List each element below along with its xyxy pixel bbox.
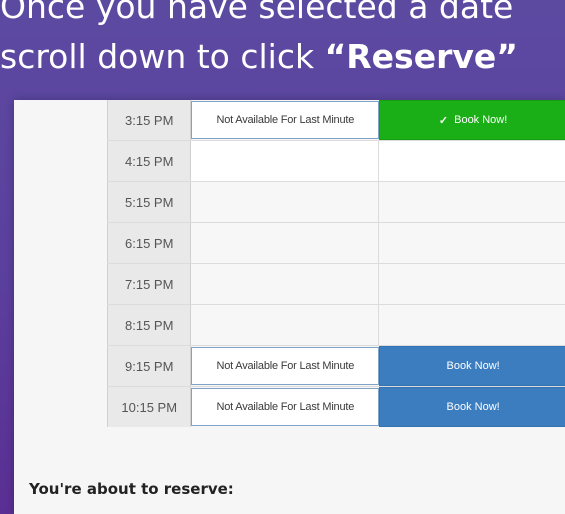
instruction-headline: Once you have selected a date scroll dow… [0,0,565,82]
time-label: 6:15 PM [107,223,192,263]
empty-slot [379,305,565,345]
time-label: 7:15 PM [107,264,192,304]
time-slot-grid: 3:15 PM Not Available For Last Minute ✓ B… [107,100,565,427]
reserve-summary-heading: You're about to reserve: [29,480,234,498]
time-slot-row: 9:15 PM Not Available For Last Minute Bo… [107,346,565,387]
time-slot-row: 6:15 PM [107,223,565,264]
time-slot-row: 10:15 PM Not Available For Last Minute B… [107,387,565,427]
empty-slot [379,223,565,263]
time-label: 4:15 PM [107,141,192,181]
time-label: 9:15 PM [107,346,192,386]
book-now-label: Book Now! [454,114,508,126]
time-label: 8:15 PM [107,305,192,345]
time-slot-row: 5:15 PM [107,182,565,223]
time-label: 10:15 PM [107,387,192,427]
time-label: 3:15 PM [107,100,192,140]
empty-slot [191,305,380,345]
not-available-slot: Not Available For Last Minute [191,101,380,139]
not-available-slot: Not Available For Last Minute [191,388,380,426]
book-now-button[interactable]: Book Now! [379,346,565,386]
time-label: 5:15 PM [107,182,192,222]
empty-slot [191,182,380,222]
empty-slot [379,264,565,304]
empty-slot [379,182,565,222]
empty-slot [191,141,380,181]
headline-line-2: scroll down to click “Reserve” [0,32,565,82]
booking-panel: 3:15 PM Not Available For Last Minute ✓ B… [14,100,565,514]
headline-line-2-text: scroll down to click [0,37,325,76]
time-slot-row: 7:15 PM [107,264,565,305]
time-slot-row: 8:15 PM [107,305,565,346]
not-available-slot: Not Available For Last Minute [191,347,380,385]
book-now-button-selected[interactable]: ✓ Book Now! [379,100,565,140]
time-slot-row: 4:15 PM [107,141,565,182]
empty-slot [191,264,380,304]
book-now-button[interactable]: Book Now! [379,387,565,427]
empty-slot [191,223,380,263]
empty-slot [379,141,565,181]
time-slot-row: 3:15 PM Not Available For Last Minute ✓ B… [107,100,565,141]
checkmark-icon: ✓ [438,114,449,127]
headline-line-1: Once you have selected a date [0,0,514,26]
headline-reserve-emphasis: “Reserve” [324,37,518,76]
